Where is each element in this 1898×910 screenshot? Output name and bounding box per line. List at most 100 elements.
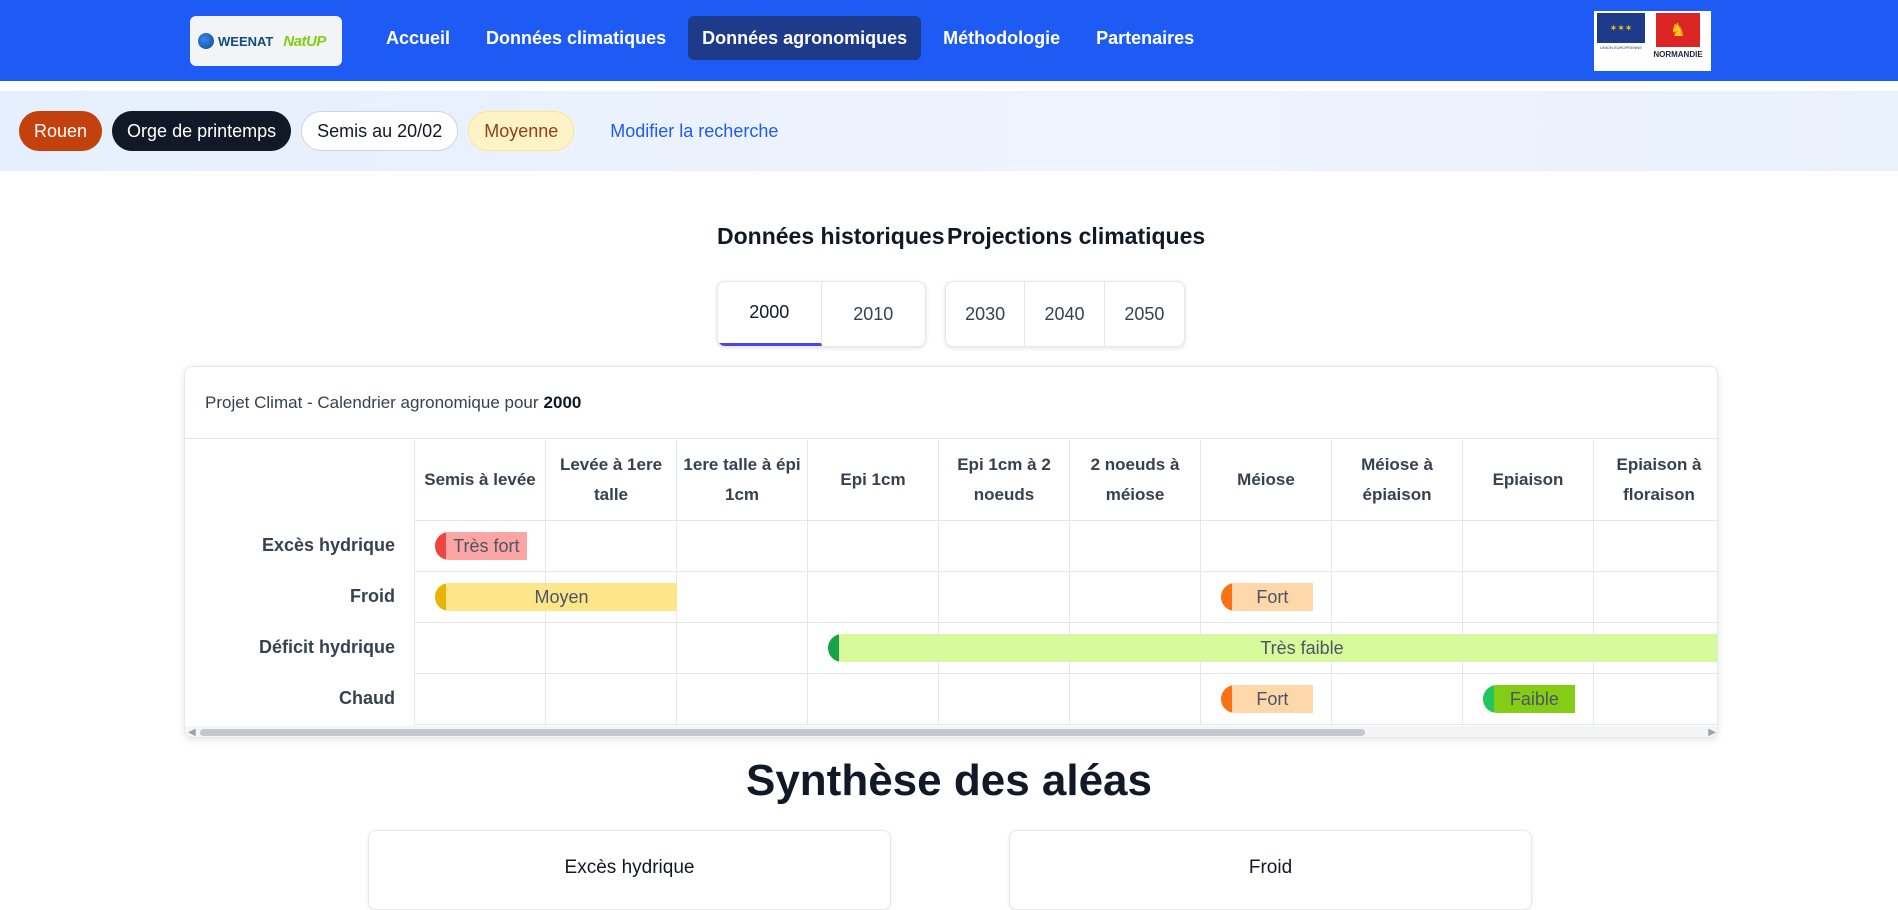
- historical-data-title: Données historiques: [717, 223, 945, 249]
- hazard-level-label: Très faible: [1260, 637, 1344, 658]
- stage-header: Semis à levée: [415, 440, 546, 521]
- lions-icon: ♞: [1656, 13, 1700, 47]
- tab-2010[interactable]: 2010: [822, 282, 926, 346]
- level-marker-icon: [435, 583, 446, 611]
- grid-corner: [185, 440, 415, 521]
- calendar-cell: [546, 623, 677, 674]
- hazard-level-bar[interactable]: Très fort: [435, 532, 527, 560]
- calendar-title: Projet Climat - Calendrier agronomique p…: [185, 367, 1717, 439]
- calendar-cell: [808, 521, 939, 572]
- hazard-level-bar[interactable]: Moyen: [435, 583, 677, 611]
- nav-item-methodologie[interactable]: Méthodologie: [929, 16, 1074, 60]
- calendar-cell: [1070, 674, 1201, 725]
- hazard-level-bar[interactable]: Fort: [1221, 685, 1313, 713]
- scroll-left-icon[interactable]: ◀: [188, 727, 196, 737]
- row-label-cell: [185, 521, 415, 572]
- level-marker-icon: [828, 634, 839, 662]
- calendar-cell: [677, 521, 808, 572]
- search-summary-bar: Rouen Orge de printemps Semis au 20/02 M…: [0, 91, 1898, 171]
- tab-2050[interactable]: 2050: [1105, 282, 1184, 346]
- tab-2000[interactable]: 2000: [718, 282, 822, 346]
- row-label-cell: [185, 674, 415, 725]
- horizontal-scrollbar[interactable]: ◀ ▶: [185, 726, 1717, 737]
- synthesis-title: Synthèse des aléas: [745, 756, 1152, 805]
- scroll-right-icon[interactable]: ▶: [1708, 727, 1716, 737]
- modify-search-link[interactable]: Modifier la recherche: [610, 121, 778, 142]
- stage-header: Méiose: [1201, 440, 1332, 521]
- tab-2030[interactable]: 2030: [946, 282, 1026, 346]
- calendar-cell: [1070, 521, 1201, 572]
- weenat-logo-text: WEENAT: [218, 33, 274, 49]
- calendar-cell: [1594, 572, 1717, 623]
- calendar-cell: [808, 572, 939, 623]
- calendar-cell: [1332, 521, 1463, 572]
- eu-stars-icon: ✶✶✶: [1597, 13, 1645, 43]
- stage-header: Epi 1cm: [808, 440, 939, 521]
- stage-header: Epiaison à floraison: [1594, 440, 1717, 521]
- calendar-cell: [1463, 521, 1594, 572]
- synthesis-card-exces-hydrique[interactable]: Excès hydrique: [368, 830, 891, 910]
- brand-logo[interactable]: WEENAT NatUP: [190, 16, 342, 66]
- calendar-cell: [939, 521, 1070, 572]
- tab-2040[interactable]: 2040: [1025, 282, 1105, 346]
- hazard-level-label: Fort: [1256, 688, 1289, 709]
- calendar-cell: [415, 674, 546, 725]
- agronomic-calendar-card: Projet Climat - Calendrier agronomique p…: [184, 366, 1718, 738]
- row-label-cell: [185, 572, 415, 623]
- eu-flag-logo: ✶✶✶ UNION EUROPÉENNE: [1596, 13, 1646, 69]
- calendar-cell: [1463, 572, 1594, 623]
- row-label-cell: [185, 623, 415, 674]
- calendar-cell: [677, 572, 808, 623]
- synthesis-card-froid[interactable]: Froid: [1009, 830, 1532, 910]
- hazard-level-label: Très fort: [453, 535, 520, 556]
- calendar-title-prefix: Projet Climat - Calendrier agronomique p…: [205, 392, 539, 412]
- main-nav: Accueil Données climatiques Données agro…: [372, 16, 1208, 60]
- calendar-grid: Semis à levée Levée à 1ere talle 1ere tall…: [185, 440, 1717, 726]
- hazard-level-bar[interactable]: Fort: [1221, 583, 1313, 611]
- calendar-cell: [415, 623, 546, 674]
- crop-chip[interactable]: Orge de printemps: [112, 111, 292, 151]
- projection-tabs: 2030 2040 2050: [945, 281, 1185, 347]
- hazard-level-label: Fort: [1256, 586, 1289, 607]
- normandie-logo-text: NORMANDIE: [1653, 50, 1703, 59]
- calendar-cell: [939, 674, 1070, 725]
- hazard-level-label: Faible: [1509, 688, 1559, 709]
- stage-header: Levée à 1ere talle: [546, 440, 677, 521]
- nav-item-accueil[interactable]: Accueil: [372, 16, 464, 60]
- normandie-logo: ♞ NORMANDIE: [1648, 13, 1708, 69]
- calendar-cell: [1594, 674, 1717, 725]
- city-chip[interactable]: Rouen: [19, 111, 103, 151]
- level-marker-icon: [1483, 685, 1494, 713]
- scrollbar-thumb[interactable]: [200, 729, 1365, 736]
- stage-header: Epi 1cm à 2 noeuds: [939, 440, 1070, 521]
- nav-item-donnees-climatiques[interactable]: Données climatiques: [472, 16, 680, 60]
- top-navigation-bar: WEENAT NatUP Accueil Données climatiques…: [0, 0, 1898, 81]
- partner-logos: ✶✶✶ UNION EUROPÉENNE ♞ NORMANDIE: [1594, 11, 1711, 71]
- nav-item-partenaires[interactable]: Partenaires: [1082, 16, 1208, 60]
- stage-header: 1ere talle à épi 1cm: [677, 440, 808, 521]
- stage-header: 2 noeuds à méiose: [1070, 440, 1201, 521]
- hazard-level-bar[interactable]: Très faible: [828, 634, 1717, 662]
- hazard-level-bar[interactable]: Faible: [1483, 685, 1575, 713]
- calendar-cell: [1594, 521, 1717, 572]
- scenario-chip[interactable]: Moyenne: [468, 111, 575, 151]
- natup-logo-text: NatUP: [283, 32, 326, 50]
- level-marker-icon: [435, 532, 446, 560]
- weenat-logo: WEENAT: [198, 33, 273, 49]
- eu-logo-text: UNION EUROPÉENNE: [1599, 45, 1642, 50]
- stage-header: Epiaison: [1463, 440, 1594, 521]
- calendar-cell: [546, 674, 677, 725]
- calendar-cell: [1332, 572, 1463, 623]
- calendar-cell: [939, 572, 1070, 623]
- calendar-cell: [677, 623, 808, 674]
- nav-item-donnees-agronomiques[interactable]: Données agronomiques: [688, 16, 922, 60]
- calendar-cell: [1332, 674, 1463, 725]
- level-marker-icon: [1221, 685, 1232, 713]
- globe-icon: [198, 33, 214, 49]
- calendar-cell: [1070, 572, 1201, 623]
- climate-projections-title: Projections climatiques: [947, 223, 1206, 249]
- sowing-chip[interactable]: Semis au 20/02: [301, 111, 459, 151]
- historical-tabs: 2000 2010: [717, 281, 926, 347]
- level-marker-icon: [1221, 583, 1232, 611]
- calendar-cell: [808, 674, 939, 725]
